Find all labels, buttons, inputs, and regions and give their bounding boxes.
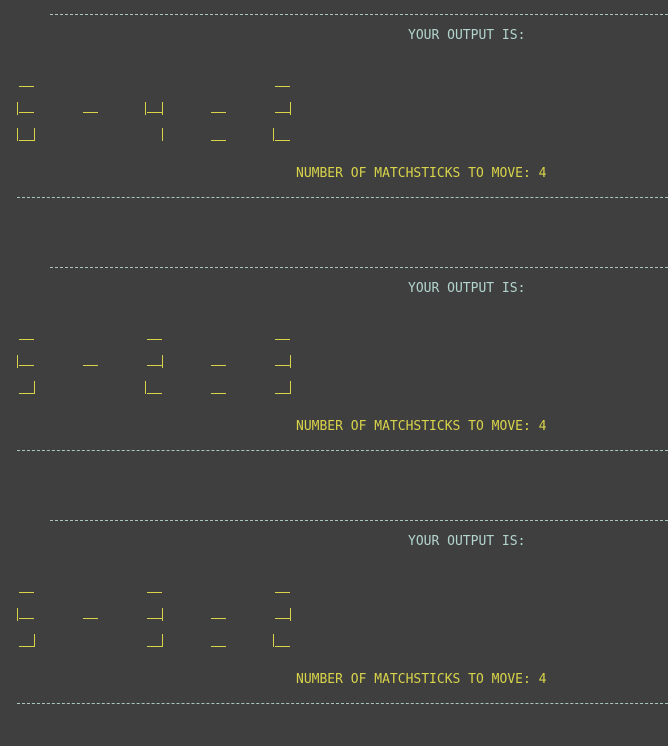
matchstick-count-label: NUMBER OF MATCHSTICKS TO MOVE: — [296, 419, 531, 434]
matchstick-count-value: 4 — [538, 166, 547, 181]
matchstick-lower-right — [34, 634, 35, 647]
matchstick-bottom — [211, 646, 226, 647]
matchstick-digit — [17, 337, 41, 407]
matchstick-count-value: 4 — [538, 419, 547, 434]
matchstick-lower-right — [34, 128, 35, 141]
output-heading: YOUR OUTPUT IS: — [408, 28, 526, 43]
matchstick-top — [19, 86, 34, 87]
matchstick-middle — [147, 365, 162, 366]
matchstick-upper-left — [17, 355, 18, 368]
matchstick-digit — [17, 84, 41, 154]
output-heading: YOUR OUTPUT IS: — [408, 534, 526, 549]
matchstick-count-line: NUMBER OF MATCHSTICKS TO MOVE: 4 — [296, 166, 546, 182]
matchstick-lower-right — [290, 381, 291, 394]
matchstick-digit — [145, 590, 169, 660]
matchstick-top — [147, 592, 162, 593]
matchstick-digit — [145, 337, 169, 407]
matchstick-count-line: NUMBER OF MATCHSTICKS TO MOVE: 4 — [296, 419, 546, 435]
matchstick-count-line: NUMBER OF MATCHSTICKS TO MOVE: 4 — [296, 672, 546, 688]
matchstick-top — [275, 339, 290, 340]
matchstick-middle — [83, 112, 98, 113]
matchstick-bottom — [19, 646, 34, 647]
matchstick-top — [19, 339, 34, 340]
matchstick-middle — [211, 618, 226, 619]
matchstick-upper-left — [17, 102, 18, 115]
matchstick-middle — [147, 618, 162, 619]
matchstick-lower-left — [145, 381, 146, 394]
separator-line — [17, 197, 668, 198]
matchstick-top — [275, 592, 290, 593]
matchstick-upper-left — [145, 102, 146, 115]
minus-sign — [81, 337, 105, 407]
equals-sign — [209, 84, 233, 154]
matchstick-bottom — [275, 393, 290, 394]
matchstick-count-label: NUMBER OF MATCHSTICKS TO MOVE: — [296, 166, 531, 181]
matchstick-upper-right — [290, 608, 291, 621]
matchstick-lower-left — [17, 128, 18, 141]
matchstick-upper-left — [17, 608, 18, 621]
matchstick-middle — [19, 365, 34, 366]
matchstick-upper-right — [162, 355, 163, 368]
matchstick-bottom — [19, 393, 34, 394]
separator-line — [50, 14, 668, 15]
matchstick-middle — [19, 618, 34, 619]
matchstick-middle — [83, 365, 98, 366]
matchstick-bottom — [147, 646, 162, 647]
matchstick-bottom — [211, 140, 226, 141]
matchstick-middle — [275, 618, 290, 619]
matchstick-lower-right — [162, 128, 163, 141]
equals-sign — [209, 590, 233, 660]
matchstick-bottom — [275, 140, 290, 141]
matchstick-middle — [19, 112, 34, 113]
matchstick-digit — [273, 337, 297, 407]
matchstick-middle — [275, 365, 290, 366]
matchstick-lower-left — [273, 128, 274, 141]
matchstick-middle — [211, 365, 226, 366]
matchstick-bottom — [147, 393, 162, 394]
minus-sign — [81, 84, 105, 154]
matchstick-lower-right — [34, 381, 35, 394]
matchstick-count-value: 4 — [538, 672, 547, 687]
matchstick-top — [147, 339, 162, 340]
matchstick-equation — [17, 590, 317, 660]
matchstick-digit — [273, 590, 297, 660]
separator-line — [50, 267, 668, 268]
separator-line — [50, 520, 668, 521]
matchstick-middle — [83, 618, 98, 619]
terminal-output: YOUR OUTPUT IS: NUMBER OF MATCHSTICKS TO… — [0, 0, 668, 746]
matchstick-middle — [211, 112, 226, 113]
matchstick-top — [275, 86, 290, 87]
matchstick-upper-right — [290, 102, 291, 115]
matchstick-middle — [147, 112, 162, 113]
matchstick-top — [19, 592, 34, 593]
matchstick-count-label: NUMBER OF MATCHSTICKS TO MOVE: — [296, 672, 531, 687]
matchstick-equation — [17, 84, 317, 154]
output-heading: YOUR OUTPUT IS: — [408, 281, 526, 296]
matchstick-digit — [17, 590, 41, 660]
matchstick-digit — [145, 84, 169, 154]
matchstick-middle — [275, 112, 290, 113]
matchstick-bottom — [19, 140, 34, 141]
matchstick-upper-right — [162, 102, 163, 115]
matchstick-lower-right — [162, 634, 163, 647]
matchstick-bottom — [211, 393, 226, 394]
matchstick-digit — [273, 84, 297, 154]
equals-sign — [209, 337, 233, 407]
matchstick-bottom — [275, 646, 290, 647]
matchstick-equation — [17, 337, 317, 407]
separator-line — [17, 450, 668, 451]
matchstick-upper-right — [162, 608, 163, 621]
separator-line — [17, 703, 668, 704]
matchstick-lower-left — [273, 634, 274, 647]
minus-sign — [81, 590, 105, 660]
matchstick-upper-right — [290, 355, 291, 368]
